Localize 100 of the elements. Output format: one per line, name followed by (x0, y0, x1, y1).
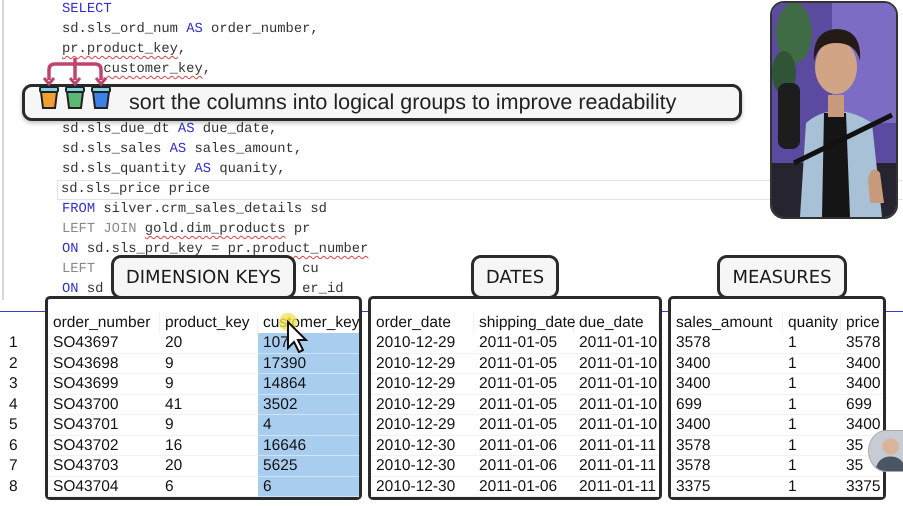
row-number: 2 (8, 354, 19, 374)
table-cell: 3400 (671, 415, 783, 436)
code-text: customer_key (103, 61, 203, 79)
table-cell: 5625 (258, 456, 359, 476)
code-text: AS (186, 21, 203, 39)
code-text: due_date, (202, 121, 278, 139)
row-number: 1 (8, 333, 19, 353)
code-text: AS (170, 141, 186, 159)
code-text: sd.sls_ord_num (62, 21, 179, 39)
table-cell: 2011-01-11 (574, 436, 659, 456)
table-cell: 6 (258, 476, 359, 497)
table-cell: 2011-01-05 (474, 415, 574, 436)
table-cell: 2011-01-10 (574, 374, 659, 394)
code-text: SELECT (62, 1, 112, 19)
code-text: , (202, 61, 212, 79)
table-cell: 2010-12-29 (371, 394, 474, 415)
table-cell: 3578 (841, 333, 883, 354)
row-number: 4 (8, 394, 19, 414)
table-cell: 3578 (671, 333, 783, 354)
code-text: pr (292, 221, 310, 239)
table-cell: 1 (783, 394, 841, 415)
table-cell: 3578 (671, 456, 783, 476)
table-cell: 2011-01-06 (474, 476, 574, 497)
table-cell: SO43698 (48, 354, 160, 374)
row-number: 3 (8, 374, 19, 394)
row-number: 8 (8, 476, 19, 496)
group-label: MEASURES (717, 255, 847, 299)
table-cell: 2011-01-05 (474, 394, 574, 415)
table-cell: 699 (671, 394, 783, 415)
column-header[interactable]: product_key (160, 313, 258, 333)
code-text: sd.sls_quantity (62, 161, 188, 179)
table-cell: 1 (783, 436, 841, 456)
code-text: AS (178, 121, 194, 139)
table-cell: 2010-12-29 (371, 333, 474, 354)
table-cell: SO43703 (48, 456, 160, 476)
code-text: FROM (62, 201, 96, 219)
table-cell: 2011-01-06 (474, 436, 574, 456)
column-header[interactable]: due_date (574, 313, 659, 333)
code-text: sd.sls_price price (61, 181, 210, 199)
table-cell: 1 (783, 415, 841, 436)
table-cell: 3578 (671, 436, 783, 456)
table-cell: 2011-01-11 (574, 456, 659, 476)
group-label: DIMENSION KEYS (110, 255, 296, 299)
column-header[interactable]: quanity (783, 313, 841, 333)
code-text: ON (62, 281, 79, 299)
table-cell: 3400 (841, 374, 883, 394)
table-cell: 2010-12-30 (371, 456, 474, 476)
table-cell: 2011-01-05 (474, 333, 574, 354)
table-cell: 2011-01-10 (574, 394, 659, 415)
code-text: quanity, (218, 161, 286, 179)
table-cell: 14864 (258, 374, 359, 394)
table-cell: 2011-01-05 (474, 354, 574, 374)
table-cell: SO43699 (48, 374, 160, 394)
table-cell: 2010-12-29 (371, 374, 474, 394)
table-cell: 1 (783, 476, 841, 497)
table-cell: 4 (258, 415, 359, 436)
code-text: , (178, 41, 186, 59)
code-text: sd.sls_sales (62, 141, 162, 159)
column-header[interactable]: order_date (371, 313, 474, 333)
table-cell: 1 (783, 456, 841, 476)
table-cell: SO43700 (48, 394, 160, 415)
table-cell: 3502 (258, 394, 359, 415)
code-text: sd.sls_due_dt (62, 121, 171, 139)
row-number: 6 (8, 436, 19, 456)
table-cell: 1 (783, 354, 841, 374)
table-cell: 2011-01-10 (574, 333, 659, 354)
table-cell: 2011-01-10 (574, 354, 659, 374)
table-cell: 17390 (258, 354, 359, 374)
code-text: sales_amount, (193, 141, 302, 159)
code-text: cu (302, 261, 319, 279)
code-text: LEFT JOIN (62, 221, 138, 239)
group-label: DATES (470, 255, 560, 299)
table-cell: 1 (783, 374, 841, 394)
table-cell: SO43704 (48, 476, 160, 497)
column-header[interactable]: price (841, 313, 883, 333)
table-cell: 16646 (258, 436, 359, 456)
column-header[interactable]: shipping_date (474, 313, 574, 333)
table-cell: 1 (783, 333, 841, 354)
column-header[interactable]: sales_amount (671, 313, 783, 333)
code-text: silver.crm_sales_details sd (102, 201, 327, 219)
table-cell: 699 (841, 394, 883, 415)
column-header[interactable]: order_number (48, 313, 160, 333)
code-text: sd (86, 281, 104, 299)
code-text: pr.product_key (62, 41, 178, 59)
table-cell: 3375 (671, 476, 783, 497)
table-cell: 3400 (841, 354, 883, 374)
row-number: 5 (8, 415, 19, 435)
row-number: 7 (8, 456, 19, 476)
table-cell: 2011-01-10 (574, 415, 659, 436)
table-cell: 3400 (671, 354, 783, 374)
table-cell: 2010-12-30 (371, 436, 474, 456)
table-cell: 2011-01-06 (474, 456, 574, 476)
tip-text: sort the columns into logical groups to improve readability (129, 90, 676, 115)
code-text: gold.dim_products (144, 221, 286, 239)
table-cell: 2010-12-30 (371, 476, 474, 497)
table-cell: 2010-12-29 (371, 415, 474, 436)
code-text: ON (62, 241, 79, 259)
table-cell: SO43701 (48, 415, 160, 436)
table-cell: 3375 (841, 476, 883, 497)
code-text: AS (194, 161, 212, 179)
